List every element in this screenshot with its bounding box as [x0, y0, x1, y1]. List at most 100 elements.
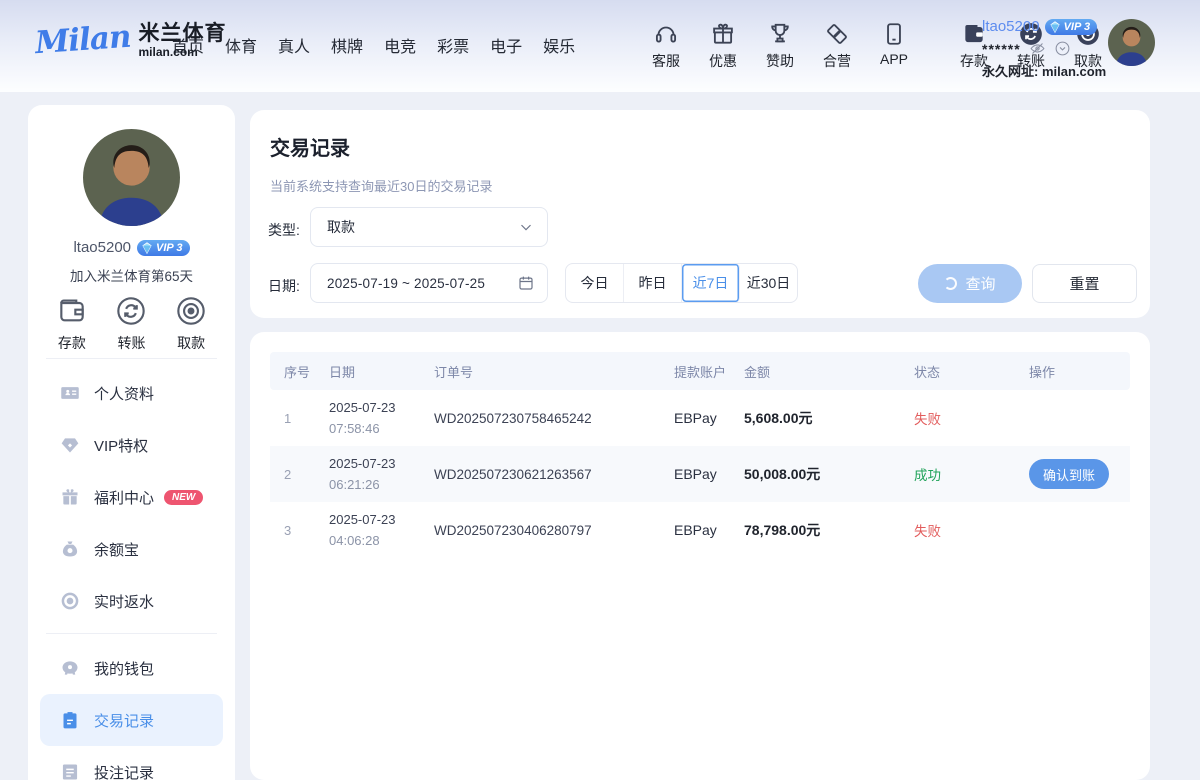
records-panel: 序号 日期 订单号 提款账户 金额 状态 操作 1 2025-07-23 07:…: [250, 332, 1150, 780]
masked-balance: ******: [982, 41, 1021, 57]
confirm-received-button[interactable]: 确认到账: [1029, 459, 1109, 489]
sidebar-avatar[interactable]: [83, 129, 180, 226]
row-time: 07:58:46: [329, 421, 380, 436]
sponsorship-button[interactable]: 赞助: [759, 21, 801, 71]
vip-gem-icon: [1048, 20, 1062, 34]
row-action-cell: 确认到账: [1015, 459, 1130, 489]
records-table: 序号 日期 订单号 提款账户 金额 状态 操作 1 2025-07-23 07:…: [270, 352, 1130, 558]
sidebar-item-wallet-label: 我的钱包: [94, 658, 154, 679]
sidebar-item-transactions-label: 交易记录: [94, 710, 154, 731]
sidebar-item-rebate[interactable]: 实时返水: [40, 575, 223, 627]
nav-home[interactable]: 首页: [172, 33, 204, 57]
date-range-presets: 今日 昨日 近7日 近30日: [565, 263, 798, 303]
sidebar-transfer-button[interactable]: 转账: [115, 295, 147, 353]
nav-lottery[interactable]: 彩票: [437, 33, 469, 57]
nav-entertainment[interactable]: 娱乐: [543, 33, 575, 57]
user-block: ltao5200 VIP 3 ****** 永久网址: milan.com: [982, 18, 1102, 80]
gift-solid-icon: [60, 487, 80, 507]
partnership-button[interactable]: 合营: [816, 21, 858, 71]
sidebar: ltao5200 VIP 3 加入米兰体育第65天 存款 转账 取款: [28, 105, 235, 780]
transfer-outline-icon: [115, 295, 147, 327]
chevron-down-icon: [517, 218, 535, 236]
nav-sports[interactable]: 体育: [225, 33, 257, 57]
bet-record-icon: [60, 762, 80, 780]
transaction-record-icon: [60, 710, 80, 730]
promotions-button[interactable]: 优惠: [702, 21, 744, 71]
col-amount: 金额: [730, 362, 900, 381]
date-label: 日期:: [268, 276, 300, 296]
sidebar-withdraw-label: 取款: [177, 333, 205, 353]
sidebar-withdraw-button[interactable]: 取款: [175, 295, 207, 353]
row-amount: 50,008.00元: [730, 464, 900, 484]
reset-button[interactable]: 重置: [1032, 264, 1137, 303]
nav-live[interactable]: 真人: [278, 33, 310, 57]
preset-last7days-button[interactable]: 近7日: [682, 264, 740, 302]
table-row: 3 2025-07-23 04:06:28 WD2025072304062807…: [270, 502, 1130, 558]
nav-slots[interactable]: 电子: [490, 33, 522, 57]
nav-esports[interactable]: 电竞: [384, 33, 416, 57]
query-button-label: 查询: [965, 273, 995, 294]
sidebar-item-yuebao[interactable]: 余额宝: [40, 523, 223, 575]
row-index: 2: [270, 467, 315, 482]
row-order-number: WD202507230758465242: [420, 411, 660, 426]
logo-script-text: Milan: [34, 19, 132, 62]
app-download-button[interactable]: APP: [873, 21, 915, 71]
type-select[interactable]: 取款: [310, 207, 548, 247]
sidebar-deposit-button[interactable]: 存款: [56, 295, 88, 353]
id-card-icon: [60, 383, 80, 403]
vip-gem-icon: [140, 241, 154, 255]
sidebar-item-benefits[interactable]: 福利中心 NEW: [40, 471, 223, 523]
date-range-value: 2025-07-19 ~ 2025-07-25: [327, 276, 517, 291]
sidebar-item-transactions[interactable]: 交易记录: [40, 694, 223, 746]
sidebar-user-row: ltao5200 VIP 3: [28, 239, 235, 256]
preset-yesterday-button[interactable]: 昨日: [624, 264, 682, 302]
rebate-icon: [60, 591, 80, 611]
row-status: 成功: [900, 464, 1015, 484]
money-bag-icon: [60, 539, 80, 559]
sidebar-quick-actions: 存款 转账 取款: [28, 295, 235, 353]
app-label: APP: [880, 51, 908, 67]
page-title: 交易记录: [270, 132, 350, 161]
row-index: 1: [270, 411, 315, 426]
username[interactable]: ltao5200: [982, 18, 1040, 35]
joined-days-text: 加入米兰体育第65天: [28, 265, 235, 285]
row-datetime: 2025-07-23 06:21:26: [315, 453, 420, 495]
sidebar-item-bets[interactable]: 投注记录: [40, 746, 223, 780]
new-badge: NEW: [164, 490, 203, 505]
chevron-circle-icon[interactable]: [1054, 40, 1071, 57]
row-status: 失败: [900, 520, 1015, 540]
page: Milan 米兰体育 milan.com 首页 体育 真人 棋牌 电竞 彩票 电…: [0, 0, 1200, 780]
permanent-url: 永久网址: milan.com: [982, 61, 1106, 80]
preset-last30days-button[interactable]: 近30日: [740, 264, 797, 302]
gift-icon: [710, 21, 736, 47]
eye-off-icon[interactable]: [1029, 40, 1046, 57]
table-row: 1 2025-07-23 07:58:46 WD2025072307584652…: [270, 390, 1130, 446]
vip-badge[interactable]: VIP 3: [1045, 19, 1098, 35]
date-range-input[interactable]: 2025-07-19 ~ 2025-07-25: [310, 263, 548, 303]
avatar[interactable]: [1108, 19, 1155, 66]
icon-group-gap: [930, 21, 938, 71]
table-header-row: 序号 日期 订单号 提款账户 金额 状态 操作: [270, 352, 1130, 390]
customer-service-button[interactable]: 客服: [645, 21, 687, 71]
sidebar-deposit-label: 存款: [58, 333, 86, 353]
row-account: EBPay: [660, 466, 730, 482]
sidebar-divider-2: [46, 633, 217, 634]
sidebar-item-wallet[interactable]: 我的钱包: [40, 642, 223, 694]
row-status: 失败: [900, 408, 1015, 428]
sidebar-item-benefits-label: 福利中心: [94, 487, 154, 508]
row-date: 2025-07-23: [329, 400, 396, 415]
wallet-outline-icon: [56, 295, 88, 327]
balance-row: ******: [982, 40, 1102, 57]
table-row: 2 2025-07-23 06:21:26 WD2025072306212635…: [270, 446, 1130, 502]
calendar-icon: [517, 274, 535, 292]
nav-chess[interactable]: 棋牌: [331, 33, 363, 57]
sidebar-vip-badge: VIP 3: [137, 240, 190, 256]
sidebar-item-vip[interactable]: VIP特权: [40, 419, 223, 471]
query-button[interactable]: 查询: [918, 264, 1022, 303]
loading-spinner-icon: [944, 277, 957, 290]
withdraw-outline-icon: [175, 295, 207, 327]
sidebar-item-vip-label: VIP特权: [94, 435, 148, 456]
sidebar-item-profile[interactable]: 个人资料: [40, 367, 223, 419]
preset-today-button[interactable]: 今日: [566, 264, 624, 302]
partnership-label: 合营: [823, 51, 851, 71]
